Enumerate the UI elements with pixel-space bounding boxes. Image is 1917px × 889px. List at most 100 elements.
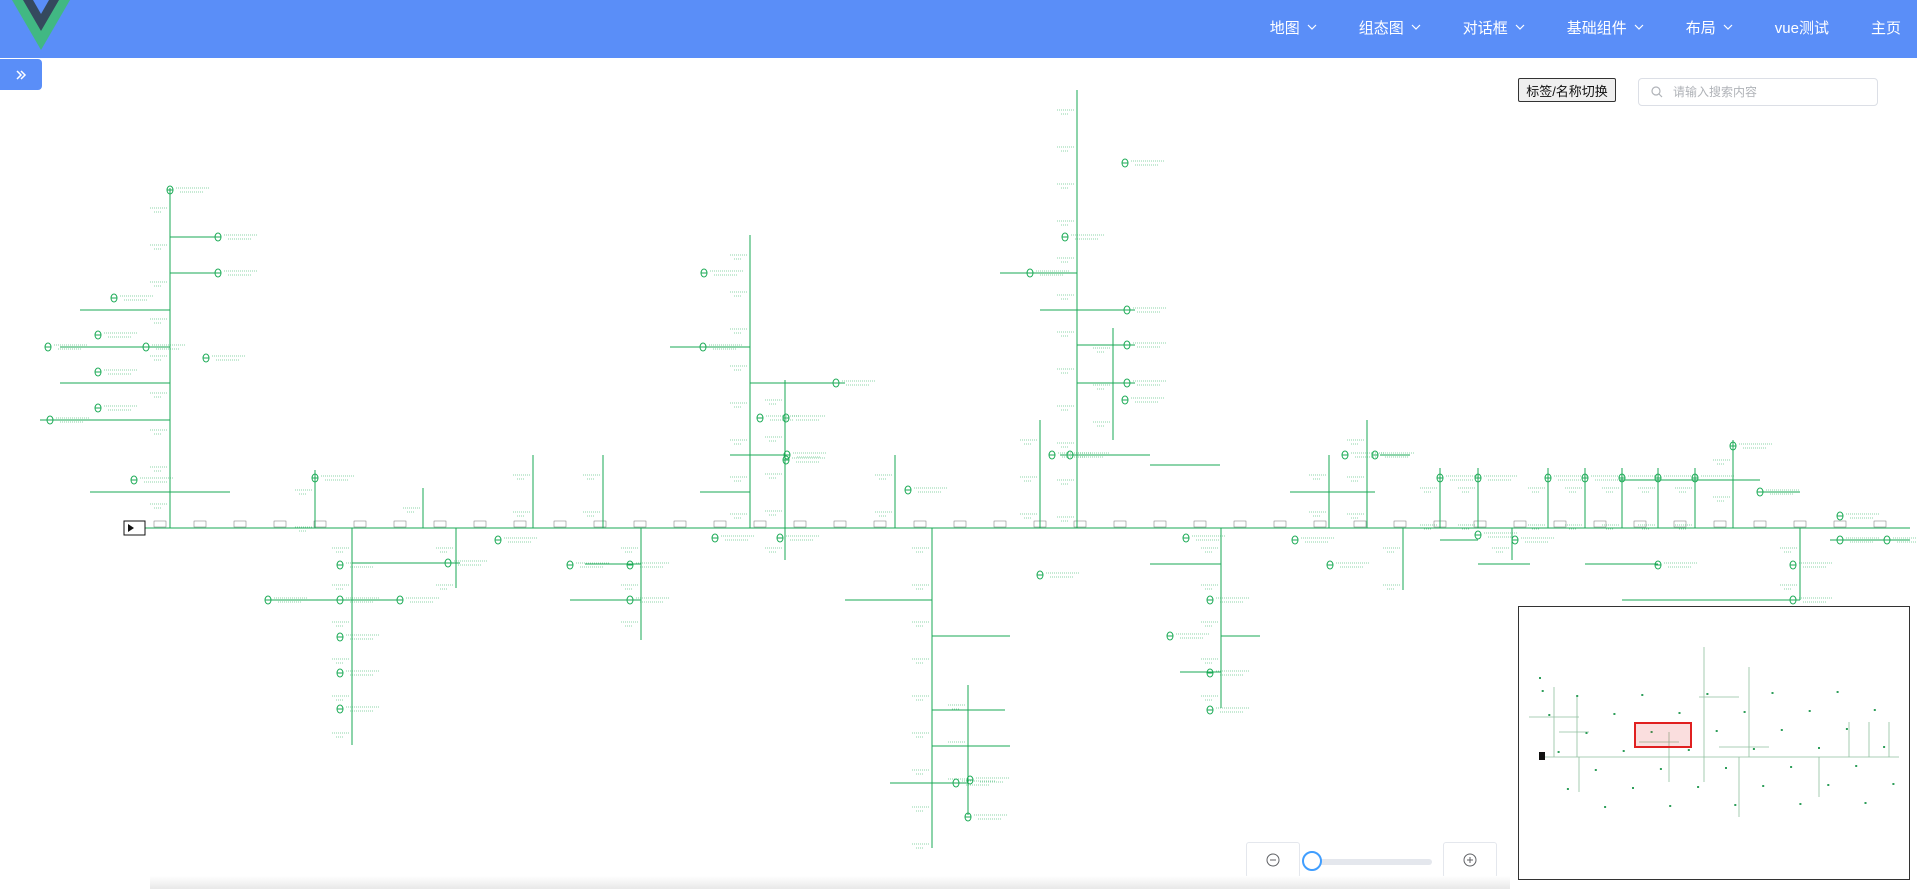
minimap-node <box>1827 784 1830 786</box>
switch-mark <box>473 520 487 528</box>
minimap-node <box>1873 709 1876 711</box>
switch-mark <box>1353 520 1367 528</box>
switch-mark <box>1593 520 1607 528</box>
nav-item-label: vue测试 <box>1774 19 1829 37</box>
switch-mark <box>793 520 807 528</box>
minimap-node <box>1818 747 1820 749</box>
minimap[interactable] <box>1518 606 1910 880</box>
switch-mark <box>1833 520 1847 528</box>
switch-mark <box>433 520 447 528</box>
switch-mark <box>833 520 847 528</box>
source-node[interactable] <box>123 520 146 536</box>
switch-mark <box>1113 520 1127 528</box>
minimap-node <box>1836 691 1839 693</box>
switch-mark <box>393 520 407 528</box>
switch-mark <box>633 520 647 528</box>
minimap-node <box>1594 769 1597 771</box>
zoom-slider-handle[interactable] <box>1302 851 1322 871</box>
minimap-node <box>1855 765 1858 767</box>
minimap-node <box>1892 783 1895 785</box>
minimap-node <box>1669 805 1672 807</box>
switch-mark <box>553 520 567 528</box>
switch-mark <box>953 520 967 528</box>
chevron-down-icon <box>1411 24 1421 30</box>
switch-mark <box>673 520 687 528</box>
nav-item-label: 组态图 <box>1358 19 1404 37</box>
nav-item[interactable]: 对话框 <box>1463 17 1525 38</box>
minimap-node <box>1641 694 1644 696</box>
minimap-node <box>1808 710 1811 712</box>
switch-mark <box>153 520 167 528</box>
minimap-node <box>1799 803 1802 805</box>
minimap-node <box>1780 729 1783 731</box>
nav-item[interactable]: 组态图 <box>1359 17 1421 38</box>
switch-mark <box>1753 520 1767 528</box>
label-switch-button[interactable]: 标签/名称切换 <box>1518 78 1616 102</box>
chevron-down-icon <box>1307 24 1317 30</box>
minimap-node <box>1715 730 1718 732</box>
minimap-node <box>1539 677 1541 679</box>
switch-mark <box>1713 520 1727 528</box>
minimap-node <box>1557 751 1560 753</box>
switch-mark <box>1793 520 1807 528</box>
search-box[interactable] <box>1638 78 1878 106</box>
switch-mark <box>313 520 327 528</box>
minimap-node <box>1864 802 1867 804</box>
nav-item-label: 地图 <box>1269 19 1300 37</box>
switch-mark <box>1393 520 1407 528</box>
switch-mark <box>1633 520 1647 528</box>
minimap-node <box>1604 806 1607 808</box>
switch-mark <box>1553 520 1567 528</box>
minimap-node <box>1697 786 1700 788</box>
switch-mark <box>593 520 607 528</box>
switch-mark <box>233 520 247 528</box>
switch-mark <box>1153 520 1167 528</box>
minimap-node <box>1687 749 1690 751</box>
minimap-node <box>1725 767 1727 769</box>
minimap-node <box>1585 732 1588 734</box>
minimap-node <box>1632 787 1634 789</box>
switch-mark <box>513 520 527 528</box>
switch-mark <box>1193 520 1207 528</box>
nav-item-label: 对话框 <box>1462 19 1508 37</box>
minimap-node <box>1622 750 1625 752</box>
switch-mark <box>193 520 207 528</box>
nav-item[interactable]: 基础组件 <box>1567 17 1644 38</box>
chevron-down-icon <box>1723 24 1733 30</box>
search-icon <box>1651 86 1663 98</box>
nav-item-label: 基础组件 <box>1566 19 1627 37</box>
minimap-viewport[interactable] <box>1634 722 1692 748</box>
nav-item[interactable]: 布局 <box>1686 17 1733 38</box>
minimap-source <box>1539 752 1545 760</box>
switch-mark <box>1513 520 1527 528</box>
bottom-scroll-shadow <box>150 876 1510 889</box>
minimap-node <box>1883 746 1886 748</box>
nav-item[interactable]: vue测试 <box>1775 17 1829 38</box>
switch-mark <box>913 520 927 528</box>
top-navbar: 地图 组态图 对话框 基础组件 布局 vue测试 主页 <box>0 0 1917 58</box>
minimap-node <box>1566 788 1569 790</box>
minimap-node <box>1752 748 1755 750</box>
nav-item[interactable]: 主页 <box>1871 17 1901 38</box>
minimap-node <box>1613 713 1616 715</box>
minimap-node <box>1548 714 1551 716</box>
zoom-out-button[interactable] <box>1246 842 1300 878</box>
minimap-node <box>1771 692 1774 694</box>
zoom-in-button[interactable] <box>1443 842 1497 878</box>
switch-mark <box>1673 520 1687 528</box>
nav-item[interactable]: 地图 <box>1270 17 1317 38</box>
minimap-node <box>1734 804 1737 806</box>
zoom-slider-track[interactable] <box>1310 859 1432 865</box>
minimap-node <box>1845 728 1848 730</box>
chevron-down-icon <box>1515 24 1525 30</box>
search-input[interactable] <box>1671 84 1875 100</box>
nav-item-label: 主页 <box>1870 19 1901 37</box>
minimap-node <box>1659 768 1662 770</box>
vue-logo <box>12 0 70 50</box>
switch-mark <box>713 520 727 528</box>
switch-mark <box>1273 520 1287 528</box>
minimap-node <box>1541 690 1544 692</box>
switch-mark <box>273 520 287 528</box>
chevron-down-icon <box>1634 24 1644 30</box>
minimap-node <box>1743 711 1746 713</box>
